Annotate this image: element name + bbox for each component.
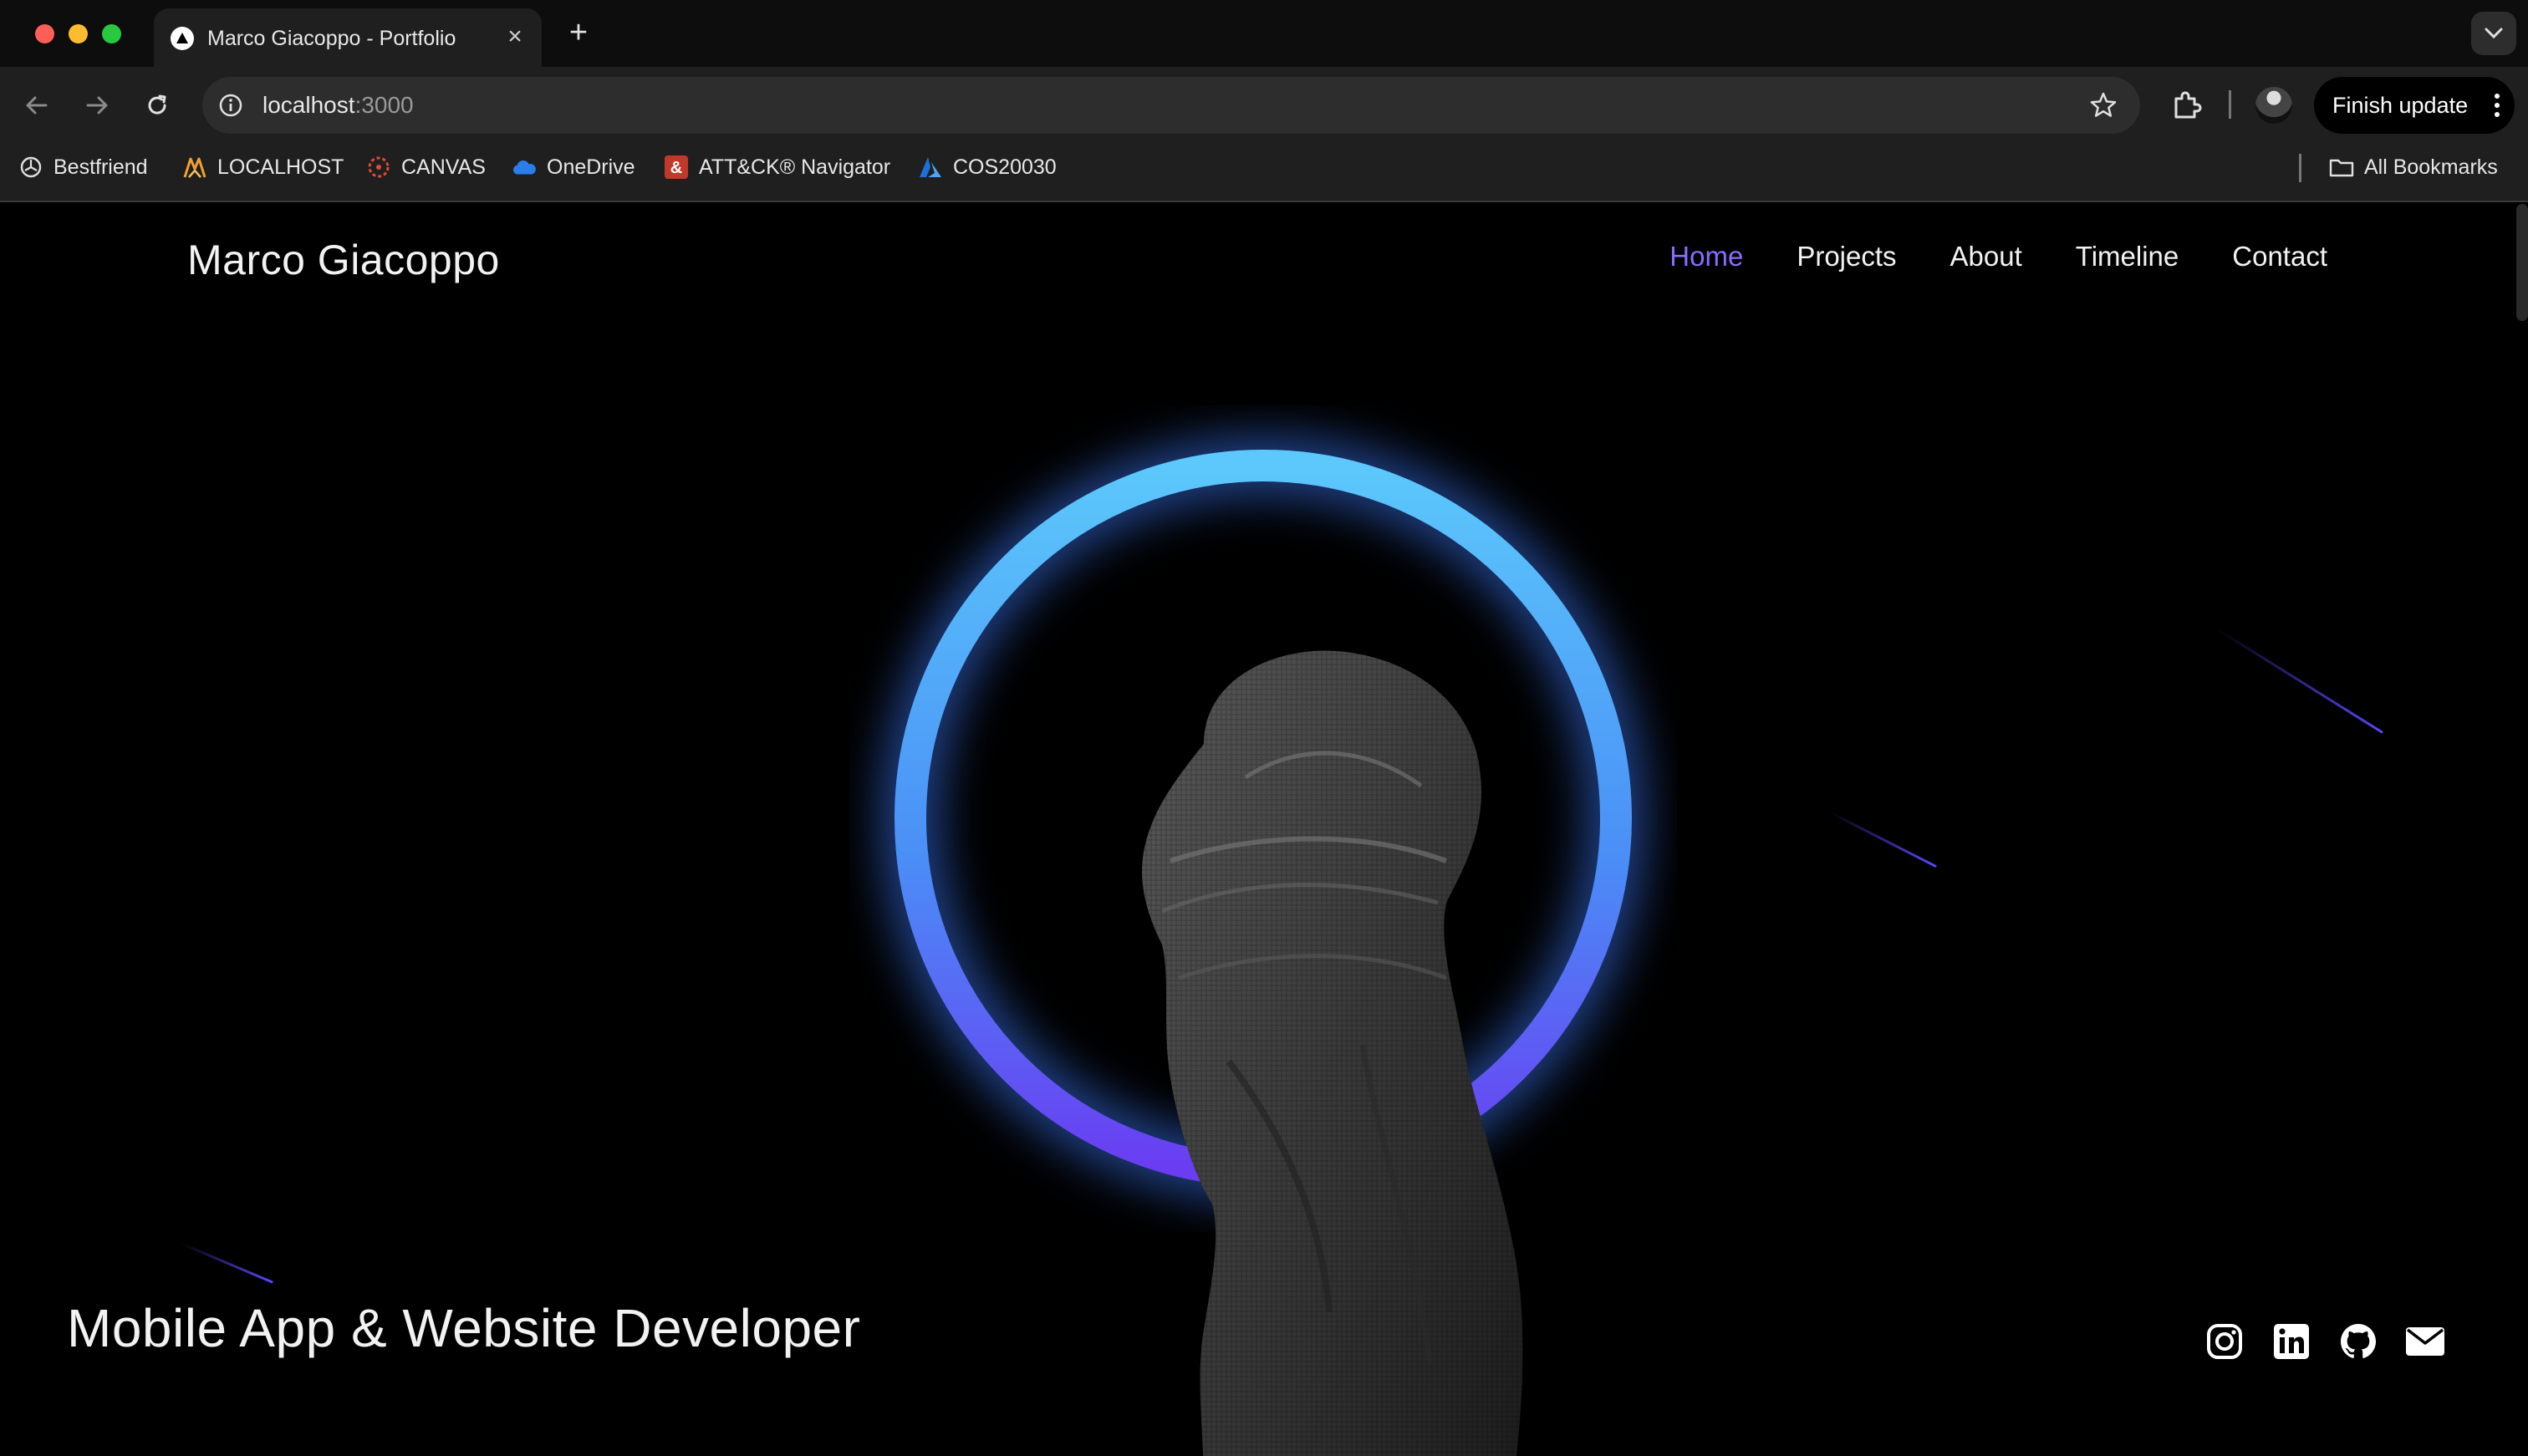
- tab-active[interactable]: Marco Giacoppo - Portfolio ×: [154, 8, 542, 67]
- maximize-window-button[interactable]: [102, 24, 121, 43]
- back-button[interactable]: [18, 87, 55, 124]
- portfolio-page: Marco Giacoppo Home Projects About Timel…: [0, 202, 2528, 1456]
- meteor-streak: [2215, 627, 2383, 734]
- bookmark-cos20030[interactable]: COS20030: [918, 152, 1057, 182]
- nav-about[interactable]: About: [1950, 241, 2022, 272]
- openai-icon: [18, 155, 43, 180]
- all-bookmarks-button[interactable]: All Bookmarks: [2329, 152, 2498, 182]
- finish-update-label: Finish update: [2332, 92, 2469, 118]
- browser-chrome: Marco Giacoppo - Portfolio × + localhost…: [0, 0, 2528, 202]
- instagram-link[interactable]: [2204, 1321, 2245, 1362]
- hero-tagline: Mobile App & Website Developer: [67, 1298, 861, 1358]
- bookmarks-divider: [2299, 154, 2301, 182]
- tab-search-button[interactable]: [2471, 12, 2516, 55]
- arrow-right-icon: [86, 96, 108, 115]
- attack-icon: &: [664, 155, 689, 180]
- minimize-window-button[interactable]: [69, 24, 88, 43]
- linkedin-icon: [2274, 1324, 2309, 1359]
- email-link[interactable]: [2404, 1321, 2446, 1362]
- chevron-down-icon: [2485, 28, 2503, 39]
- svg-text:&: &: [670, 159, 682, 177]
- close-window-button[interactable]: [35, 24, 54, 43]
- site-brand[interactable]: Marco Giacoppo: [187, 236, 500, 284]
- bookmark-label: Bestfriend: [54, 155, 148, 179]
- bookmark-localhost[interactable]: LOCALHOST: [182, 152, 344, 182]
- bookmark-label: LOCALHOST: [217, 155, 344, 179]
- extensions-puzzle-icon[interactable]: [2169, 87, 2205, 124]
- tab-title: Marco Giacoppo - Portfolio: [207, 27, 456, 50]
- nav-home[interactable]: Home: [1669, 241, 1743, 272]
- nav-contact[interactable]: Contact: [2232, 241, 2327, 272]
- bookmark-label: COS20030: [953, 155, 1057, 179]
- meteor-streak: [1828, 811, 1937, 868]
- bookmark-canvas[interactable]: CANVAS: [366, 152, 486, 182]
- reload-icon: [148, 94, 166, 115]
- site-info-icon[interactable]: [217, 92, 244, 119]
- bookmark-label: CANVAS: [401, 155, 486, 179]
- folder-icon: [2329, 155, 2354, 180]
- profile-avatar[interactable]: [2255, 87, 2292, 124]
- bookmark-label: ATT&CK® Navigator: [699, 155, 891, 179]
- finish-update-button[interactable]: Finish update: [2314, 77, 2515, 134]
- url-host: localhost: [262, 92, 355, 118]
- veiled-figure-image: [1142, 650, 1523, 1456]
- azure-icon: [918, 155, 943, 180]
- new-tab-button[interactable]: +: [560, 15, 597, 52]
- meteor-streak: [180, 1242, 274, 1284]
- toolbar-divider: [2229, 90, 2231, 119]
- site-nav: Home Projects About Timeline Contact: [1669, 241, 2327, 272]
- forward-button[interactable]: [79, 87, 115, 124]
- xampp-icon: [182, 155, 207, 180]
- github-link[interactable]: [2337, 1321, 2379, 1362]
- bookmarks-bar: Bestfriend LOCALHOST CANVAS OneDrive & A…: [0, 144, 2528, 191]
- nav-timeline[interactable]: Timeline: [2076, 241, 2179, 272]
- tab-strip: Marco Giacoppo - Portfolio × +: [0, 0, 2528, 67]
- tab-close-icon[interactable]: ×: [500, 22, 530, 52]
- bookmark-star-icon[interactable]: [2088, 90, 2118, 120]
- github-icon: [2341, 1324, 2376, 1358]
- all-bookmarks-label: All Bookmarks: [2364, 155, 2498, 179]
- bookmark-attack-navigator[interactable]: & ATT&CK® Navigator: [664, 152, 890, 182]
- address-bar[interactable]: localhost:3000: [202, 77, 2140, 134]
- nextjs-favicon-icon: [171, 27, 194, 50]
- bookmark-onedrive[interactable]: OneDrive: [512, 152, 635, 182]
- instagram-icon: [2207, 1324, 2242, 1359]
- onedrive-icon: [512, 155, 537, 180]
- url-text: localhost:3000: [262, 92, 414, 119]
- email-icon: [2406, 1327, 2444, 1356]
- arrow-left-icon: [26, 96, 48, 115]
- social-links: [2204, 1321, 2446, 1362]
- page-scrollbar[interactable]: [2516, 204, 2528, 321]
- canvas-icon: [366, 155, 391, 180]
- more-menu-icon[interactable]: [2495, 94, 2500, 117]
- bookmark-label: OneDrive: [547, 155, 635, 179]
- linkedin-link[interactable]: [2271, 1321, 2312, 1362]
- reload-button[interactable]: [139, 87, 176, 124]
- url-port: :3000: [354, 92, 414, 118]
- nav-projects[interactable]: Projects: [1797, 241, 1896, 272]
- bookmark-bestfriend[interactable]: Bestfriend: [18, 152, 148, 182]
